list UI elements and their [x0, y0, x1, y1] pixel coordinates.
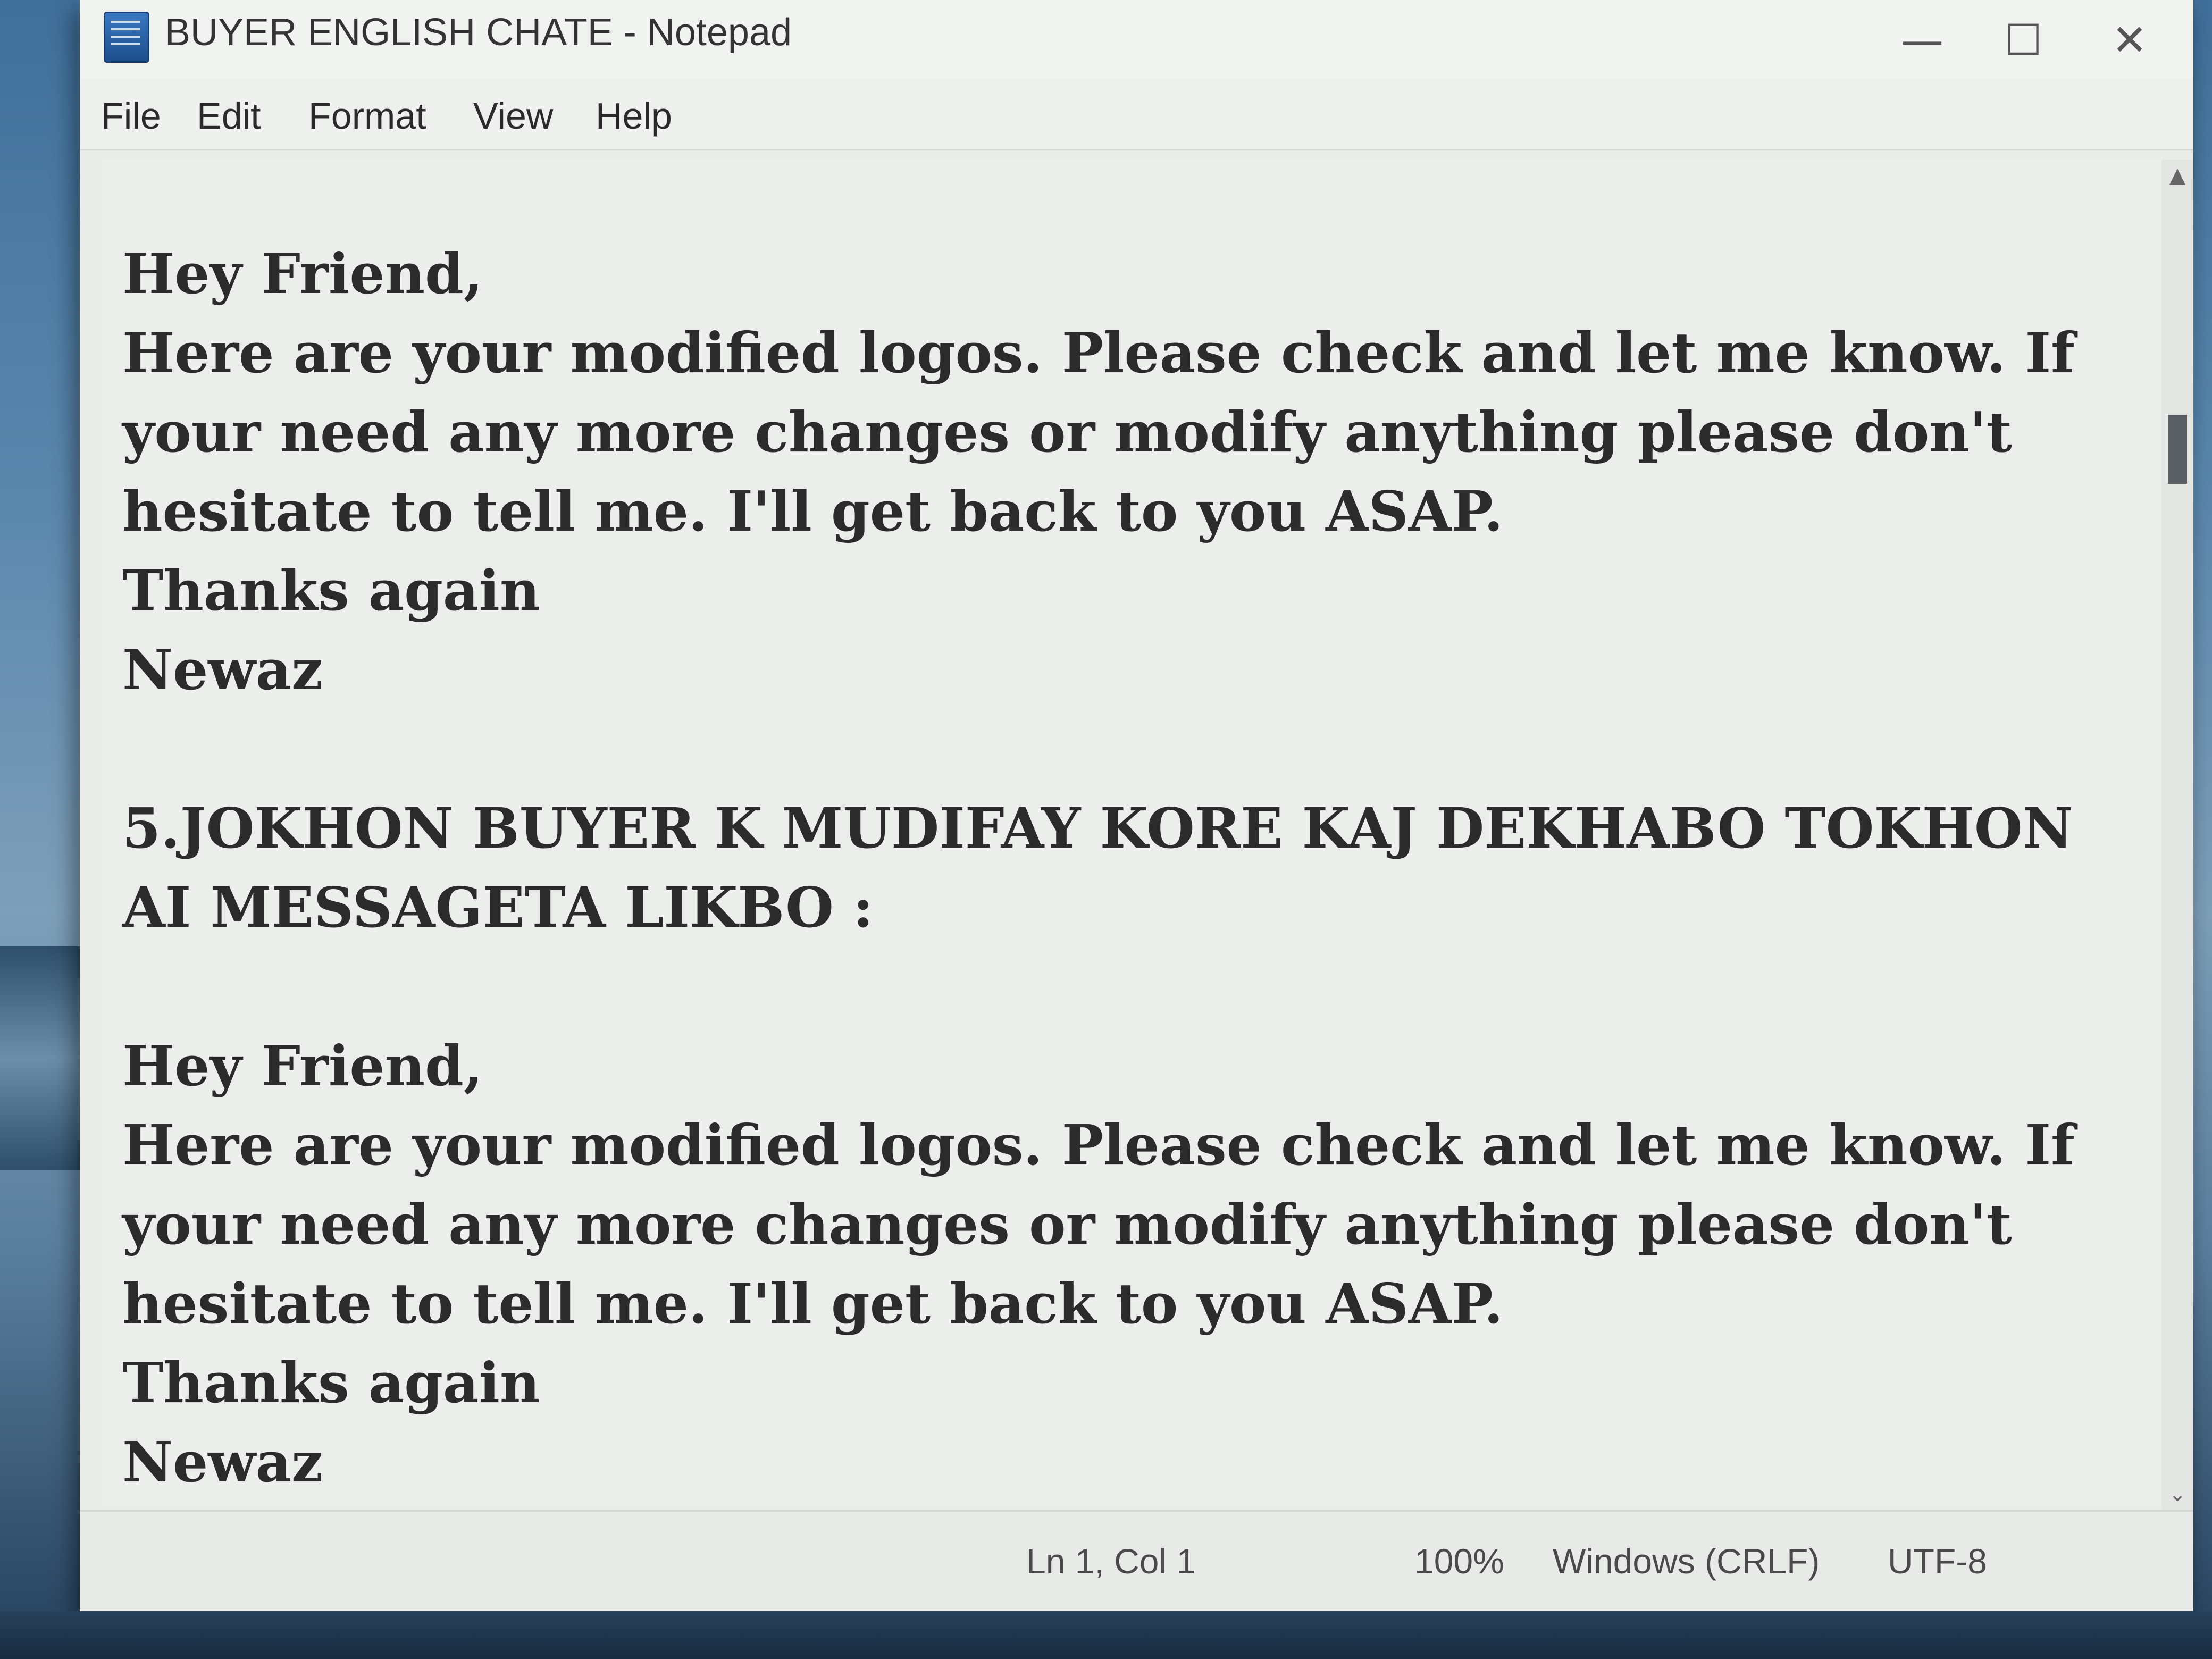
chevron-up-icon[interactable]: ▲ [2161, 160, 2193, 191]
cursor-position: Ln 1, Col 1 [1026, 1541, 1196, 1581]
minimize-button[interactable]: — [1874, 5, 1970, 74]
scroll-thumb[interactable] [2168, 415, 2187, 484]
notepad-icon [104, 12, 149, 63]
taskbar [0, 1611, 2212, 1659]
close-button[interactable]: ✕ [2082, 5, 2177, 74]
window-title: BUYER ENGLISH CHATE - Notepad [165, 11, 792, 54]
menu-help[interactable]: Help [596, 95, 672, 137]
status-bar: Ln 1, Col 1 100% Windows (CRLF) UTF-8 [80, 1510, 2193, 1613]
menu-format[interactable]: Format [308, 95, 426, 137]
editor-text[interactable]: Hey Friend, Here are your modified logos… [122, 234, 2076, 1502]
notepad-window: BUYER ENGLISH CHATE - Notepad — ☐ ✕ File… [80, 0, 2193, 1613]
title-bar[interactable]: BUYER ENGLISH CHATE - Notepad — ☐ ✕ [80, 0, 2193, 80]
zoom-level: 100% [1414, 1541, 1504, 1581]
menu-bar: File Edit Format View Help [80, 80, 2193, 150]
vertical-scrollbar[interactable]: ▲ ⌄ [2161, 160, 2193, 1510]
text-editor[interactable]: Hey Friend, Here are your modified logos… [101, 160, 2161, 1505]
menu-edit[interactable]: Edit [197, 95, 261, 137]
menu-file[interactable]: File [101, 95, 161, 137]
line-ending: Windows (CRLF) [1553, 1541, 1820, 1581]
maximize-button[interactable]: ☐ [1975, 5, 2071, 74]
menu-view[interactable]: View [473, 95, 553, 137]
chevron-down-icon[interactable]: ⌄ [2161, 1478, 2193, 1510]
encoding: UTF-8 [1888, 1541, 1987, 1581]
